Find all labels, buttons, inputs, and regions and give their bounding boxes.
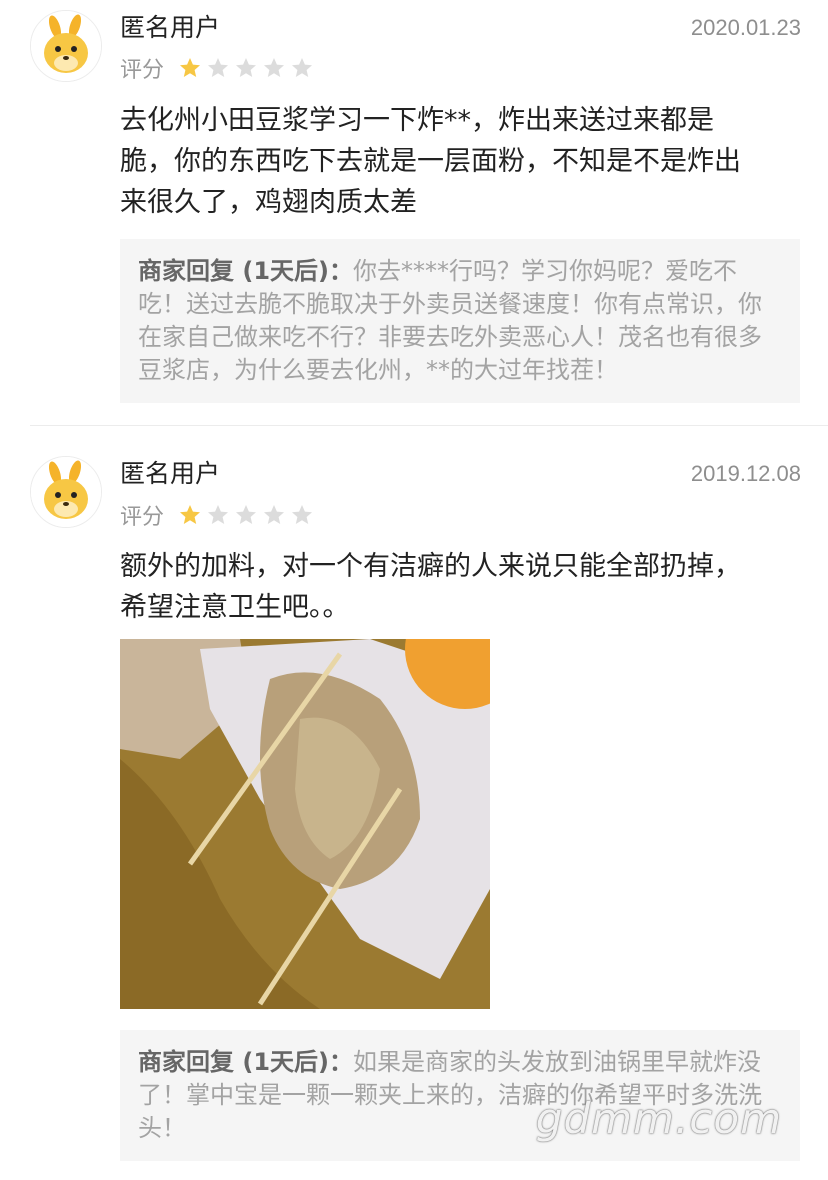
review-text-line: 去化州小田豆浆学习一下炸**，炸出来送过来都是 — [120, 105, 714, 136]
star-filled-icon — [180, 58, 201, 77]
food-photo-image — [120, 639, 490, 1009]
review-text-line: 来很久了，鸡翅肉质太差 — [120, 187, 417, 218]
reply-prefix: 商家回复 (1天后)： — [138, 257, 353, 285]
review-date: 2019.12.08 — [690, 461, 801, 486]
divider — [30, 425, 828, 426]
star-rating — [178, 56, 314, 80]
kangaroo-mascot-icon — [31, 457, 101, 527]
rating-row: 评分 — [120, 52, 314, 84]
review-text-line: 希望注意卫生吧。。 — [120, 592, 350, 623]
watermark: gdmm.com — [535, 1094, 782, 1143]
username: 匿名用户 — [120, 13, 221, 42]
star-empty-icon — [292, 58, 313, 77]
kangaroo-mascot-icon — [31, 11, 101, 81]
star-empty-icon — [208, 505, 229, 524]
star-empty-icon — [236, 505, 257, 524]
rating-label: 评分 — [120, 505, 165, 530]
review-date: 2020.01.23 — [690, 15, 801, 40]
review-content: 额外的加料，对一个有洁癖的人来说只能全部扔掉， 希望注意卫生吧。。 — [120, 546, 790, 628]
user-avatar[interactable] — [30, 10, 102, 82]
merchant-reply: 商家回复 (1天后)：你去****行吗？学习你妈呢？爱吃不吃！送过去脆不脆取决于… — [120, 239, 800, 403]
username: 匿名用户 — [120, 459, 221, 488]
user-avatar[interactable] — [30, 456, 102, 528]
review-content: 去化州小田豆浆学习一下炸**，炸出来送过来都是 脆，你的东西吃下去就是一层面粉，… — [120, 100, 790, 223]
star-empty-icon — [208, 58, 229, 77]
rating-label: 评分 — [120, 58, 165, 83]
reply-prefix: 商家回复 (1天后)： — [138, 1048, 353, 1076]
star-empty-icon — [292, 505, 313, 524]
review-text-line: 脆，你的东西吃下去就是一层面粉，不知是不是炸出 — [120, 146, 741, 177]
star-empty-icon — [236, 58, 257, 77]
star-empty-icon — [264, 58, 285, 77]
rating-row: 评分 — [120, 499, 314, 531]
star-rating — [178, 503, 314, 527]
review-photo[interactable] — [120, 639, 490, 1009]
star-filled-icon — [180, 505, 201, 524]
star-empty-icon — [264, 505, 285, 524]
review-text-line: 额外的加料，对一个有洁癖的人来说只能全部扔掉， — [120, 551, 741, 582]
